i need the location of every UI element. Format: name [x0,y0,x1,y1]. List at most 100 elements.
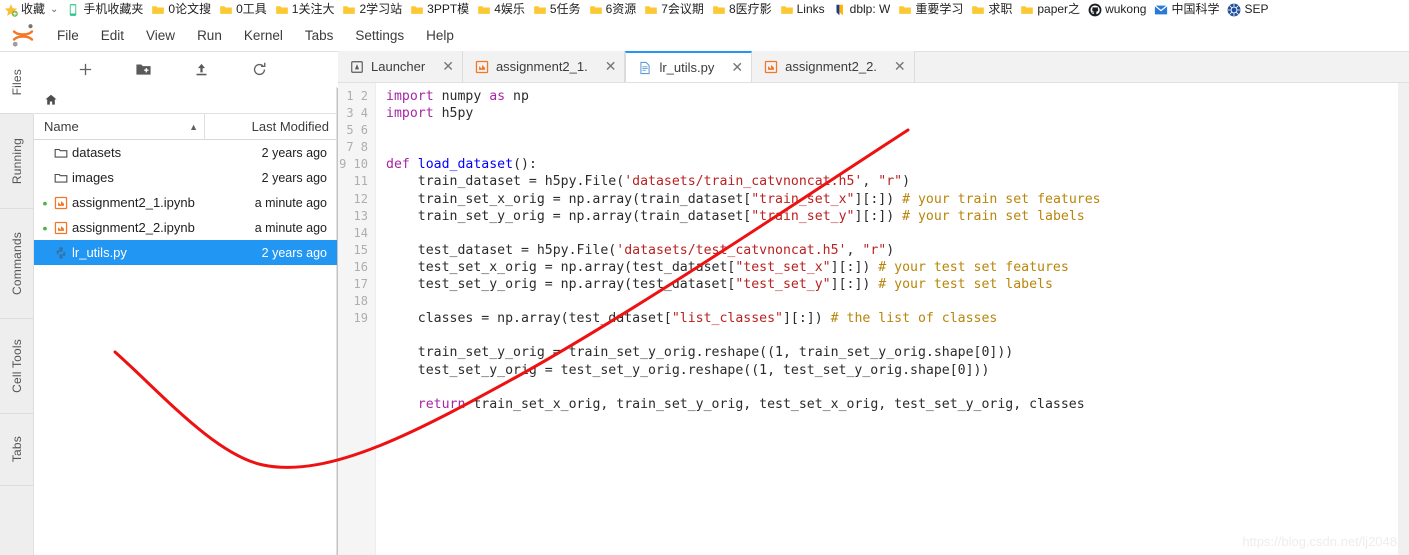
bookmark-label: 求职 [988,2,1013,16]
file-name: images [72,170,114,185]
code-editor[interactable]: 1 2 3 4 5 6 7 8 9 10 11 12 13 14 15 16 1… [338,83,1409,555]
bookmark-label: 0工具 [236,2,267,16]
jupyter-logo-icon [0,19,46,52]
dblp-icon [833,3,847,17]
editor-tab[interactable]: assignment2_1. ✕ [462,51,626,82]
mail-icon [1154,3,1168,17]
bookmark-item[interactable]: dblp: W [829,0,895,19]
column-header-name[interactable]: Name ▲ [34,113,205,140]
bookmark-label: paper之 [1037,2,1081,16]
bookmark-label: Links [796,2,825,16]
menu-help[interactable]: Help [415,19,465,52]
unsaved-indicator-dot: • [42,219,48,236]
new-launcher-button[interactable] [56,55,114,85]
column-header-last-modified[interactable]: Last Modified [205,114,337,140]
new-folder-button[interactable] [114,55,172,85]
file-list-item[interactable]: images 2 years ago [34,165,337,190]
editor-tab-label: assignment2_2. [785,59,877,74]
editor-scrollbar-thumb[interactable] [1398,83,1409,555]
bookmark-item[interactable]: 手机收藏夹 [62,0,147,19]
file-list-item[interactable]: lr_utils.py 2 years ago [34,240,337,265]
bookmark-item[interactable]: 5任务 [529,0,585,19]
file-list-item[interactable]: datasets 2 years ago [34,140,337,165]
bookmark-item[interactable]: 重要学习 [894,0,967,19]
bookmark-item[interactable]: 0工具 [215,0,271,19]
bookmark-item[interactable]: Links [776,0,829,19]
github-icon [1088,3,1102,17]
file-last-modified: a minute ago [254,220,327,235]
folder-icon [898,3,912,17]
file-list-item[interactable]: • assignment2_2.ipynb a minute ago [34,215,337,240]
bookmark-label: 6资源 [605,2,637,16]
menu-run[interactable]: Run [186,19,233,52]
folder-icon [151,3,165,17]
bookmark-item[interactable]: 6资源 [585,0,641,19]
bookmark-label: 中国科学 [1171,2,1220,16]
bookmark-item[interactable]: 2学习站 [338,0,406,19]
sidebar-tab-label: Running [9,137,24,185]
home-icon[interactable] [44,93,58,107]
menu-view[interactable]: View [135,19,186,52]
editor-tab[interactable]: Launcher ✕ [338,51,463,82]
bookmark-item[interactable]: paper之 [1016,0,1084,19]
editor-tab[interactable]: lr_utils.py ✕ [625,51,753,82]
upload-button[interactable] [172,55,230,85]
launcher-icon [350,60,364,74]
menu-tabs[interactable]: Tabs [294,19,345,52]
close-icon[interactable]: ✕ [884,58,906,75]
editor-scrollbar[interactable] [1398,83,1409,555]
folder-icon [971,3,985,17]
bookmark-item[interactable]: 1关注大 [271,0,339,19]
bookmark-item[interactable]: 7会议期 [640,0,708,19]
bookmark-item[interactable]: 8医疗影 [708,0,776,19]
folder-icon [342,3,356,17]
bookmark-label: 0论文搜 [168,2,212,16]
plus-icon [77,61,94,78]
folder-icon [410,3,424,17]
code-content[interactable]: import numpy as np import h5py def load_… [376,83,1409,555]
notebook-icon [50,196,72,210]
bookmark-item[interactable]: 求职 [967,0,1016,19]
breadcrumb[interactable] [34,87,337,114]
menu-kernel[interactable]: Kernel [233,19,294,52]
menu-file[interactable]: File [46,19,90,52]
bookmark-item[interactable]: 收藏 ⌄ [0,0,62,19]
menu-settings[interactable]: Settings [344,19,415,52]
file-browser-toolbar [34,52,337,87]
close-icon[interactable]: ✕ [432,58,454,75]
new-folder-icon [135,61,152,78]
refresh-icon [251,61,268,78]
upload-icon [193,61,210,78]
notebook-icon [50,221,72,235]
folder-icon [533,3,547,17]
sidebar-tab-tabs[interactable]: Tabs [0,414,34,486]
chevron-down-icon[interactable]: ⌄ [48,4,58,15]
file-list-item[interactable]: • assignment2_1.ipynb a minute ago [34,190,337,215]
sidebar-tab-files[interactable]: Files [0,52,34,114]
sidebar-tab-label: Commands [9,232,24,295]
bookmark-item[interactable]: wukong [1084,0,1150,19]
sidebar-tab-running[interactable]: Running [0,114,34,209]
editor-tab[interactable]: assignment2_2. ✕ [752,51,915,82]
sidebar-tab-cell-tools[interactable]: Cell Tools [0,319,34,414]
close-icon[interactable]: ✕ [721,59,743,76]
bookmark-label: 8医疗影 [728,2,772,16]
sidebar-tab-commands[interactable]: Commands [0,209,34,319]
folder-icon [275,3,289,17]
file-last-modified: a minute ago [254,195,327,210]
bookmark-item[interactable]: 中国科学 [1150,0,1223,19]
bookmark-label: SEP [1244,2,1269,16]
folder-icon [589,3,603,17]
bookmark-item[interactable]: 4娱乐 [473,0,529,19]
folder-icon [1020,3,1034,17]
bookmark-label: 1关注大 [291,2,335,16]
bookmark-item[interactable]: 0论文搜 [147,0,215,19]
menu-edit[interactable]: Edit [90,19,135,52]
file-name: lr_utils.py [72,245,127,260]
refresh-button[interactable] [230,55,288,85]
close-icon[interactable]: ✕ [595,58,617,75]
bookmark-item[interactable]: 3PPT模 [406,0,473,19]
bookmark-label: 收藏 [21,2,46,16]
bookmark-item[interactable]: SEP [1223,0,1272,19]
left-sidebar-tabs: Files Running Commands Cell Tools Tabs [0,52,34,555]
